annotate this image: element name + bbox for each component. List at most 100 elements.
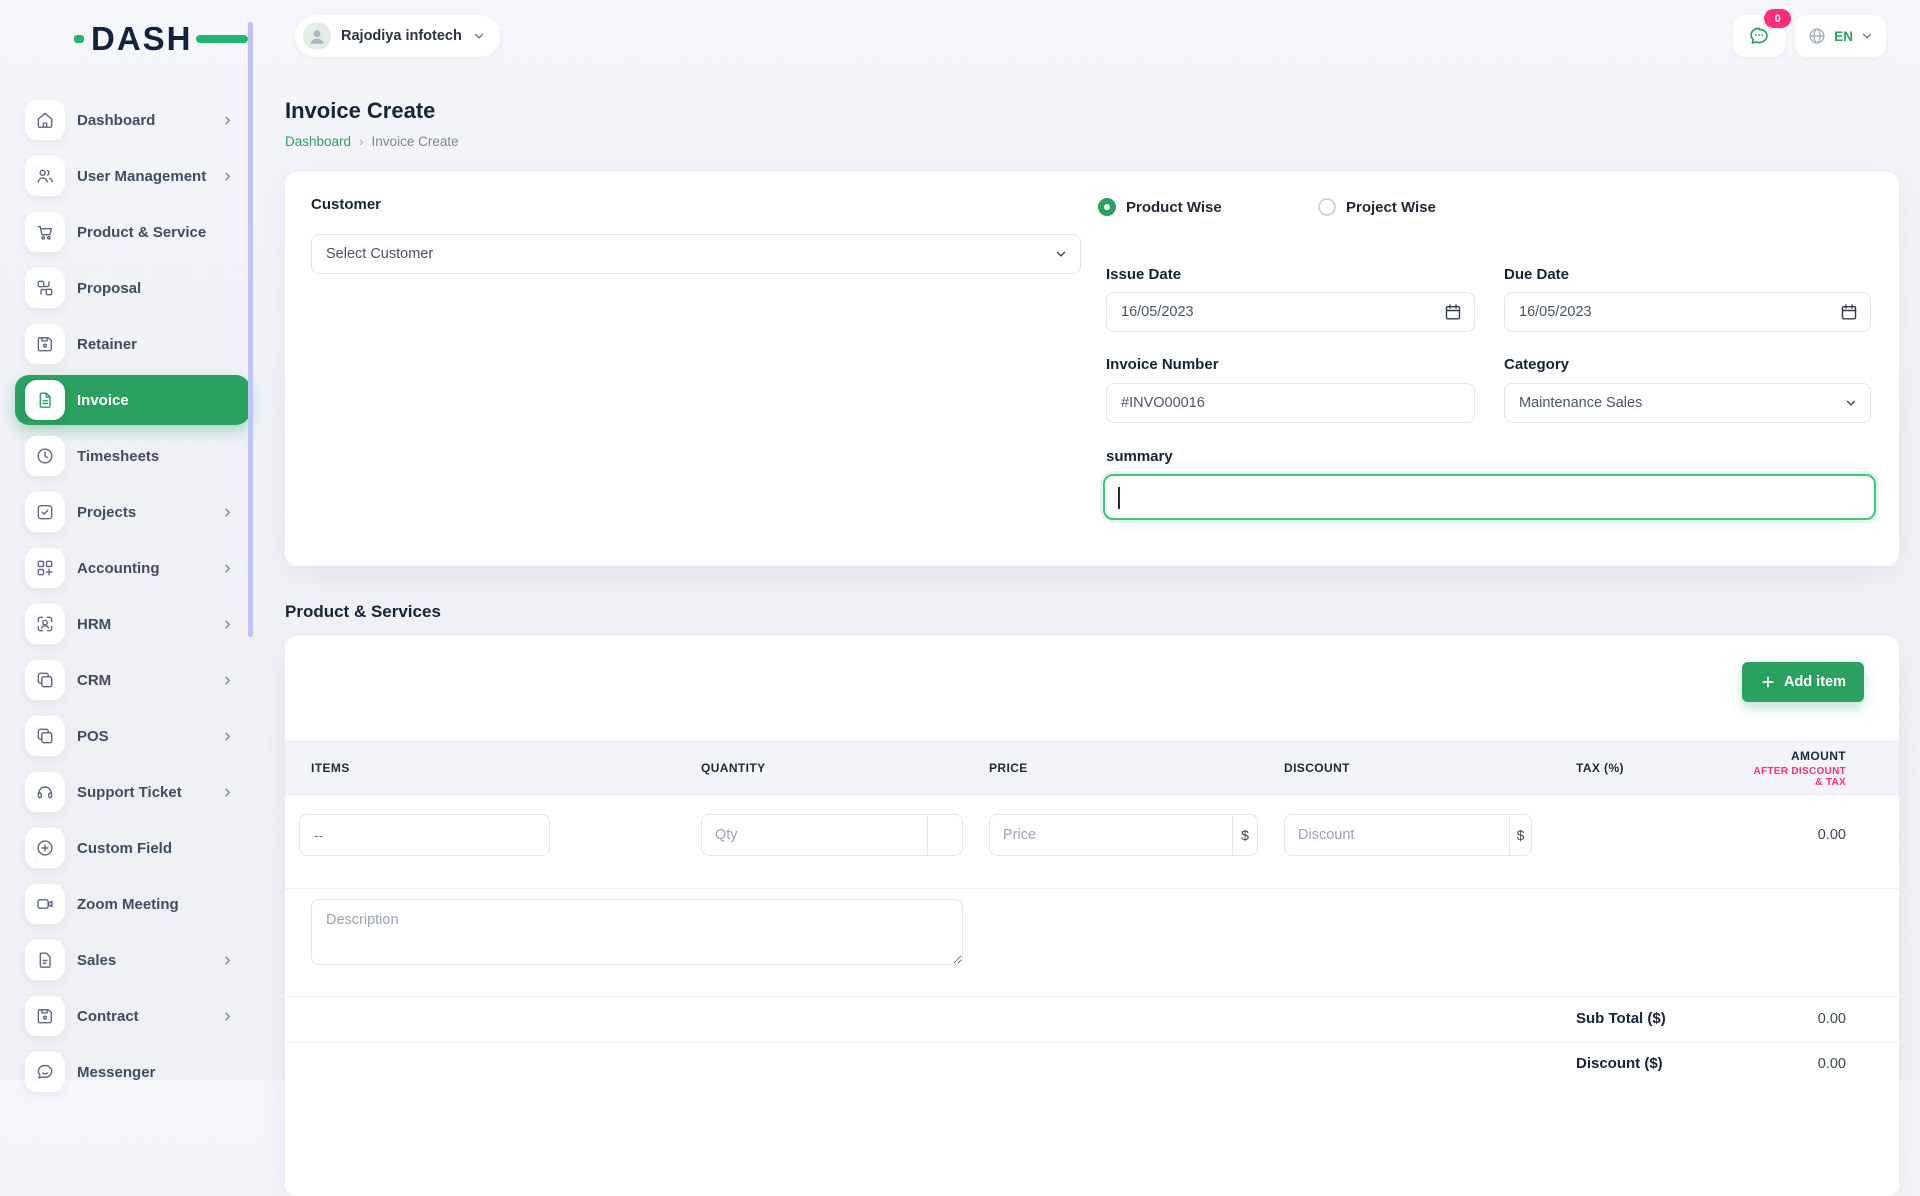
user-scan-icon [25,604,65,644]
description-textarea[interactable] [311,899,963,965]
due-date-field [1504,292,1871,332]
price-cell: $ [975,814,1270,856]
chevron-right-icon [221,954,234,967]
price-input[interactable] [989,814,1232,856]
logo-text: DASH [91,22,193,55]
proposal-icon [25,268,65,308]
discount-total-value: 0.00 [1818,1056,1846,1072]
check-square-icon [25,492,65,532]
sidebar-item-timesheets[interactable]: Timesheets [25,436,240,476]
quantity-input[interactable] [701,814,927,856]
sidebar-item-support-ticket[interactable]: Support Ticket [25,772,240,812]
sidebar-item-dashboard[interactable]: Dashboard [25,100,240,140]
amount-header-subnote: AFTER DISCOUNT & TAX [1749,766,1846,788]
sidebar-item-crm[interactable]: CRM [25,660,240,700]
product-wise-radio[interactable]: Product Wise [1098,198,1222,216]
add-item-button[interactable]: Add item [1742,662,1864,702]
customer-label: Customer [311,196,381,213]
invoice-create-page: { "brand": {"name": "DASH"}, "header": {… [0,0,1920,1080]
company-avatar [303,22,331,50]
sidebar-item-projects[interactable]: Projects [25,492,240,532]
chevron-right-icon [221,170,234,183]
subtotal-row: Sub Total ($) 0.00 [285,996,1899,1041]
language-code: EN [1834,29,1853,44]
sidebar-item-hrm[interactable]: HRM [25,604,240,644]
chevron-right-icon [221,618,234,631]
sidebar-item-sales[interactable]: Sales [25,940,240,980]
topbar-actions: 0 EN [1733,15,1886,57]
sidebar-item-custom-field[interactable]: Custom Field [25,828,240,868]
language-selector[interactable]: EN [1795,15,1886,57]
sidebar-item-messenger[interactable]: Messenger [25,1052,240,1092]
headset-icon [25,772,65,812]
products-section-title: Product & Services [285,602,441,622]
sidebar-item-proposal[interactable]: Proposal [25,268,240,308]
customer-select[interactable]: Select Customer [311,234,1081,274]
summary-label: summary [1106,448,1173,465]
chevron-right-icon [221,562,234,575]
plus-circle-icon [25,828,65,868]
clock-icon [25,436,65,476]
invoice-number-label: Invoice Number [1106,356,1219,373]
sidebar-item-retainer[interactable]: Retainer [25,324,240,364]
person-icon [306,25,328,47]
chevron-right-icon [221,1010,234,1023]
item-row: -- $ $ 0.00 [285,812,1899,858]
due-date-input[interactable] [1504,292,1871,332]
project-wise-radio[interactable]: Project Wise [1318,198,1436,216]
discount-total-label: Discount ($) [1576,1055,1663,1072]
discount-cell: $ [1270,814,1562,856]
sidebar-item-zoom-meeting[interactable]: Zoom Meeting [25,884,240,924]
main-content: Invoice Create Dashboard › Invoice Creat… [285,84,1899,149]
products-card: Add item ITEMS QUANTITY PRICE DISCOUNT T… [285,636,1899,1196]
chevron-right-icon [221,674,234,687]
text-cursor [1118,487,1120,509]
amount-header-text: AMOUNT [1791,749,1846,763]
sidebar-item-pos[interactable]: POS [25,716,240,756]
col-header-price: PRICE [975,761,1270,775]
add-item-label: Add item [1784,674,1846,690]
issue-date-input[interactable] [1106,292,1475,332]
col-header-amount: AMOUNT AFTER DISCOUNT & TAX [1735,749,1899,788]
col-header-quantity: QUANTITY [687,761,975,775]
cart-icon [25,212,65,252]
brand-logo[interactable]: DASH [74,22,248,55]
breadcrumb-dashboard-link[interactable]: Dashboard [285,134,351,149]
col-header-discount: DISCOUNT [1270,761,1562,775]
message-bubble-icon [1747,24,1771,48]
sidebar-item-contract[interactable]: Contract [25,996,240,1036]
invoice-icon [25,380,65,420]
sidebar-item-invoice[interactable]: Invoice [15,375,250,425]
totals-section: Sub Total ($) 0.00 Discount ($) 0.00 [285,996,1899,1086]
sidebar-scrollbar[interactable] [248,22,253,637]
sidebar-item-product-service[interactable]: Product & Service [25,212,240,252]
category-select[interactable]: Maintenance Sales [1504,383,1871,423]
item-cell: -- [285,814,687,856]
sidebar-item-user-management[interactable]: User Management [25,156,240,196]
chevron-right-icon [221,730,234,743]
subtotal-label: Sub Total ($) [1576,1010,1666,1027]
discount-input[interactable] [1284,814,1509,856]
sidebar: Dashboard User Management Product & Serv… [0,70,255,1080]
topbar: DASH Rajodiya infotech 0 EN [0,0,1920,70]
item-select-value: -- [314,827,323,843]
radio-selected-icon [1098,198,1116,216]
summary-textarea[interactable] [1103,474,1876,520]
logo-dot [74,35,84,43]
sidebar-item-accounting[interactable]: Accounting [25,548,240,588]
file-icon [25,940,65,980]
cards-icon [25,716,65,756]
category-select-value: Maintenance Sales [1519,395,1642,411]
discount-total-row: Discount ($) 0.00 [285,1041,1899,1086]
item-select[interactable]: -- [299,814,550,856]
globe-icon [1807,26,1827,46]
messages-button[interactable]: 0 [1733,15,1785,57]
due-date-label: Due Date [1504,266,1569,283]
breadcrumb-separator-icon: › [359,134,364,149]
chat-icon [25,1052,65,1092]
company-selector[interactable]: Rajodiya infotech [295,15,500,57]
home-icon [25,100,65,140]
col-header-tax: TAX (%) [1562,761,1735,775]
sidebar-menu: Dashboard User Management Product & Serv… [25,100,255,1092]
invoice-number-input[interactable] [1106,383,1475,423]
